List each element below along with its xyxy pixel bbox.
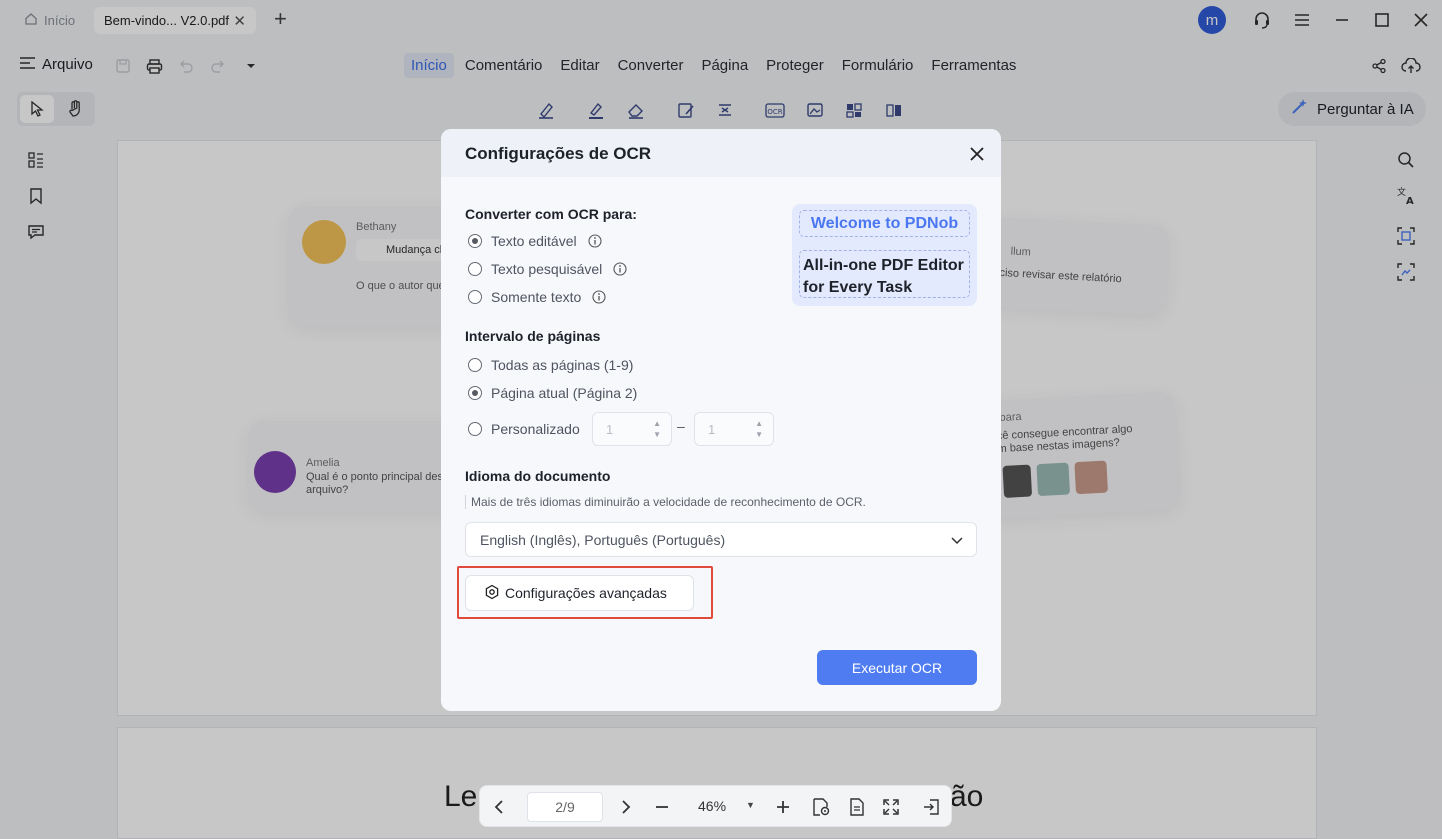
stepper-value: 1 bbox=[708, 421, 716, 437]
radio-label: Texto pesquisável bbox=[491, 261, 603, 277]
fit-page-icon[interactable] bbox=[880, 796, 902, 818]
range-separator: – bbox=[677, 418, 685, 434]
info-icon[interactable] bbox=[613, 262, 627, 276]
convert-section-title: Converter com OCR para: bbox=[465, 206, 637, 222]
highlight-box bbox=[457, 566, 713, 619]
read-mode-icon[interactable] bbox=[810, 796, 832, 818]
ocr-settings-dialog: Configurações de OCR Converter com OCR p… bbox=[441, 129, 1001, 711]
radio-label: Página atual (Página 2) bbox=[491, 385, 638, 401]
ocr-preview-image: Welcome to PDNob All-in-one PDF Editor f… bbox=[792, 204, 977, 306]
info-icon[interactable] bbox=[592, 290, 606, 304]
radio-all-pages[interactable]: Todas as páginas (1-9) bbox=[468, 357, 633, 373]
page-view-icon[interactable] bbox=[846, 796, 868, 818]
zoom-dropdown-icon[interactable]: ▼ bbox=[746, 800, 755, 810]
preview-text-line: All-in-one PDF Editor bbox=[803, 257, 964, 274]
range-to-stepper[interactable]: 1 ▲ ▼ bbox=[694, 412, 774, 446]
radio-button[interactable] bbox=[468, 262, 482, 276]
radio-editable-text[interactable]: Texto editável bbox=[468, 233, 602, 249]
language-section-title: Idioma do documento bbox=[465, 468, 611, 484]
range-from-stepper[interactable]: 1 ▲ ▼ bbox=[592, 412, 672, 446]
language-select[interactable]: English (Inglês), Português (Português) bbox=[465, 522, 977, 557]
preview-heading: Welcome to PDNob bbox=[799, 210, 970, 237]
language-hint: Mais de três idiomas diminuirão a veloci… bbox=[465, 495, 866, 509]
chevron-down-icon bbox=[950, 533, 964, 550]
page-range-section-title: Intervalo de páginas bbox=[465, 328, 601, 344]
page-navigation-bar: 2/9 46% ▼ bbox=[479, 785, 952, 827]
info-icon[interactable] bbox=[588, 234, 602, 248]
radio-button[interactable] bbox=[468, 386, 482, 400]
stepper-value: 1 bbox=[606, 421, 614, 437]
language-select-value: English (Inglês), Português (Português) bbox=[480, 531, 726, 548]
exit-icon[interactable] bbox=[920, 796, 942, 818]
previous-page-icon[interactable] bbox=[488, 796, 510, 818]
stepper-arrows[interactable]: ▲ ▼ bbox=[653, 418, 661, 440]
stepper-arrows[interactable]: ▲ ▼ bbox=[755, 418, 763, 440]
radio-label: Todas as páginas (1-9) bbox=[491, 357, 634, 373]
radio-current-page[interactable]: Página atual (Página 2) bbox=[468, 385, 637, 401]
dialog-title: Configurações de OCR bbox=[465, 144, 652, 163]
page-number-input[interactable]: 2/9 bbox=[527, 792, 603, 822]
close-icon[interactable] bbox=[967, 144, 987, 164]
preview-text-box: All-in-one PDF Editor for Every Task bbox=[799, 250, 970, 298]
radio-label: Texto editável bbox=[491, 233, 577, 249]
radio-custom-range[interactable]: Personalizado bbox=[468, 421, 580, 437]
run-ocr-button[interactable]: Executar OCR bbox=[817, 650, 977, 685]
radio-button[interactable] bbox=[468, 234, 482, 248]
radio-button[interactable] bbox=[468, 358, 482, 372]
radio-label: Somente texto bbox=[491, 289, 582, 305]
zoom-out-icon[interactable] bbox=[651, 796, 673, 818]
radio-label: Personalizado bbox=[491, 421, 580, 437]
radio-searchable-text[interactable]: Texto pesquisável bbox=[468, 261, 627, 277]
preview-text-line: for Every Task bbox=[803, 279, 913, 296]
radio-text-only[interactable]: Somente texto bbox=[468, 289, 606, 305]
dialog-header: Configurações de OCR bbox=[441, 129, 1001, 177]
radio-button[interactable] bbox=[468, 290, 482, 304]
next-page-icon[interactable] bbox=[615, 796, 637, 818]
zoom-level[interactable]: 46% bbox=[698, 798, 726, 814]
zoom-in-icon[interactable] bbox=[772, 796, 794, 818]
radio-button[interactable] bbox=[468, 422, 482, 436]
